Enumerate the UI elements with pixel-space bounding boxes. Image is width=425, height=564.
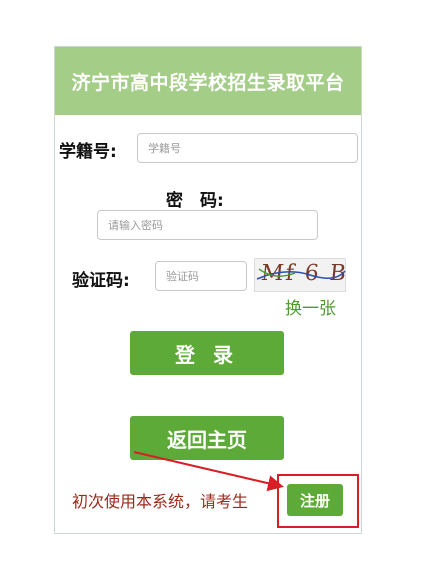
pointer-arrow [133,451,284,492]
